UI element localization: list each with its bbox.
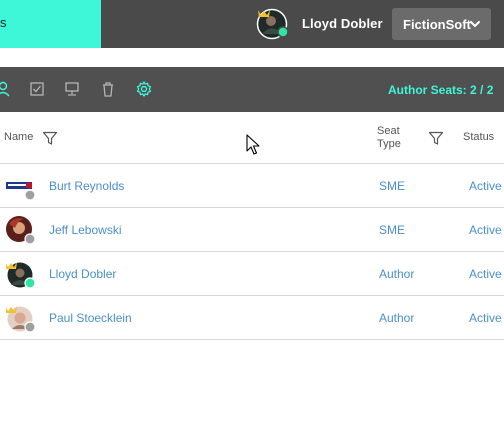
banner-avatar-image [6,182,36,201]
author-seats-label: Author Seats: [388,83,467,97]
user-avatar-image [256,8,289,40]
status-value[interactable]: Active [469,223,502,237]
gear-icon[interactable] [135,80,153,98]
avatar [6,216,36,245]
org-label: FictionSoft [403,17,471,32]
offline-status-icon [24,233,36,245]
user-avatar[interactable] [256,8,289,40]
user-name[interactable]: Lloyd Dobler [302,16,383,31]
toolbar: Author Seats: 2 / 2 [0,67,504,112]
org-switcher-button[interactable]: FictionSoft [392,8,491,40]
column-header-seat-type-line1[interactable]: Seat [377,125,400,137]
user-name-link[interactable]: Lloyd Dobler [49,267,116,281]
user-name-link[interactable]: Burt Reynolds [49,179,124,193]
filter-name-icon[interactable] [42,131,58,146]
top-bar: s Lloyd Dobler FictionSoft [0,0,504,48]
nav-tab-active[interactable]: s [0,0,101,48]
nav-tab-label: s [0,15,7,30]
online-status-icon [277,26,289,38]
mouse-cursor-icon [246,134,260,155]
offline-status-icon [24,321,36,333]
column-header-seat-type-line2[interactable]: Type [377,138,401,150]
user-name-link[interactable]: Paul Stoecklein [49,311,132,325]
photo-avatar-image [5,306,36,333]
crown-icon [5,262,17,269]
status-value[interactable]: Active [469,267,502,281]
user-icon[interactable] [0,80,12,98]
photo-avatar-image [6,216,36,245]
column-header-name[interactable]: Name [4,131,33,143]
online-status-icon [24,277,36,289]
avatar [6,172,36,201]
user-name-link[interactable]: Jeff Lebowski [49,223,122,237]
status-value[interactable]: Active [469,311,502,325]
column-header-status[interactable]: Status [463,131,494,143]
table-row[interactable]: Paul Stoecklein Author Active [0,296,504,340]
checkbox-icon[interactable] [28,80,46,98]
crown-icon [5,306,17,313]
seat-type-value[interactable]: SME [379,223,405,237]
avatar [5,260,36,289]
status-value[interactable]: Active [469,179,502,193]
offline-status-icon [24,189,36,201]
author-seats-indicator: Author Seats: 2 / 2 [388,83,493,97]
seat-type-value[interactable]: SME [379,179,405,193]
avatar [5,304,36,333]
seat-type-value[interactable]: Author [379,267,414,281]
trash-icon[interactable] [99,80,117,98]
table-row[interactable]: Jeff Lebowski SME Active [0,208,504,252]
table-row[interactable]: Lloyd Dobler Author Active [0,252,504,296]
filter-seat-type-icon[interactable] [428,131,444,146]
photo-avatar-image [5,262,36,289]
seat-type-value[interactable]: Author [379,311,414,325]
author-seats-value: 2 / 2 [470,83,494,97]
chevron-down-icon [470,21,480,28]
monitor-icon[interactable] [63,80,81,98]
table-row[interactable]: Burt Reynolds SME Active [0,164,504,208]
